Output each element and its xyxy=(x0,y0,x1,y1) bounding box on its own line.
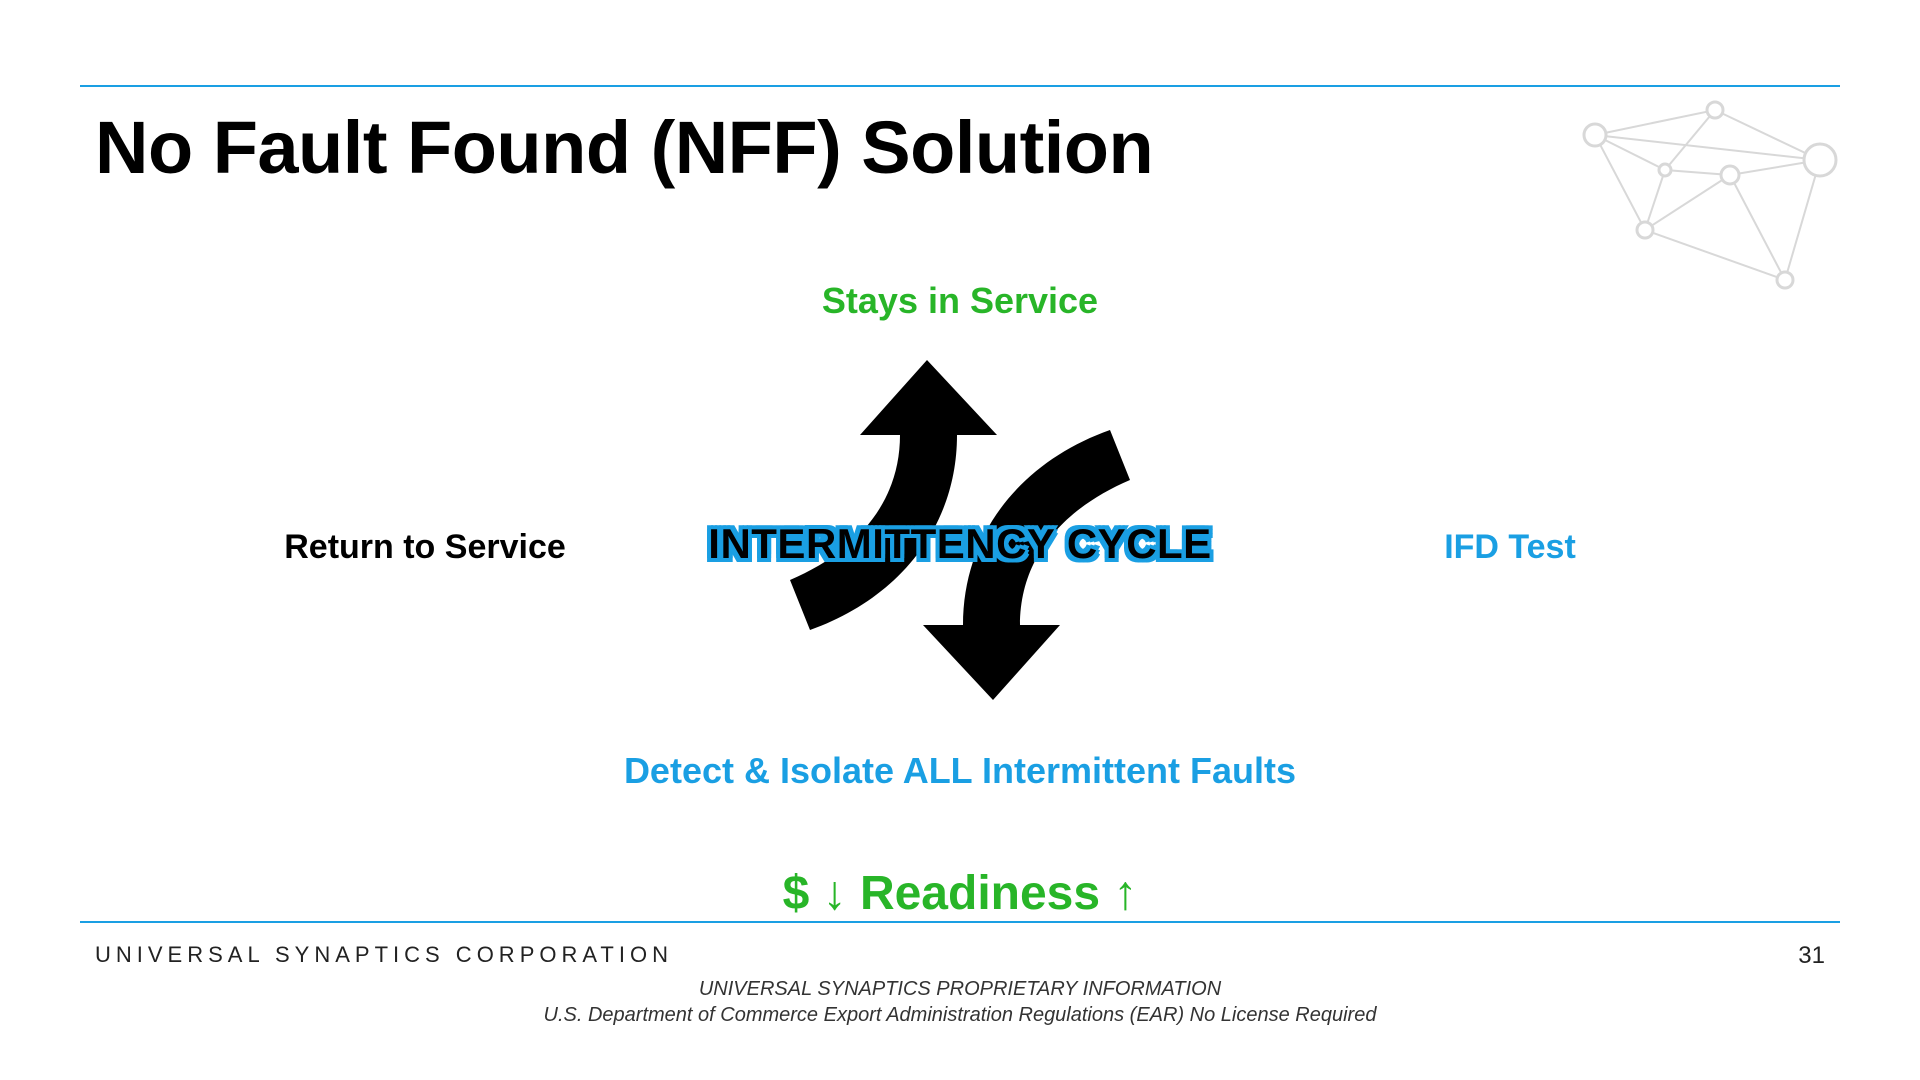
summary-line: $ ↓ Readiness ↑ xyxy=(0,866,1920,921)
divider-bottom xyxy=(80,921,1840,923)
label-intermittency-cycle: INTERMITTENCY CYCLE xyxy=(0,520,1920,568)
footer-line-1: UNIVERSAL SYNAPTICS PROPRIETARY INFORMAT… xyxy=(0,976,1920,1002)
footer-line-2: U.S. Department of Commerce Export Admin… xyxy=(0,1002,1920,1028)
cycle-diagram: Stays in Service Return to Service IFD T… xyxy=(0,260,1920,820)
label-detect-isolate: Detect & Isolate ALL Intermittent Faults xyxy=(0,750,1920,792)
footer-disclaimer: UNIVERSAL SYNAPTICS PROPRIETARY INFORMAT… xyxy=(0,976,1920,1028)
label-stays-in-service: Stays in Service xyxy=(0,280,1920,322)
divider-top xyxy=(80,85,1840,87)
page-number: 31 xyxy=(1798,942,1825,970)
slide-title: No Fault Found (NFF) Solution xyxy=(95,105,1153,190)
slide: No Fault Found (NFF) Solution xyxy=(0,0,1920,1080)
footer-company: UNIVERSAL SYNAPTICS CORPORATION xyxy=(95,942,673,968)
